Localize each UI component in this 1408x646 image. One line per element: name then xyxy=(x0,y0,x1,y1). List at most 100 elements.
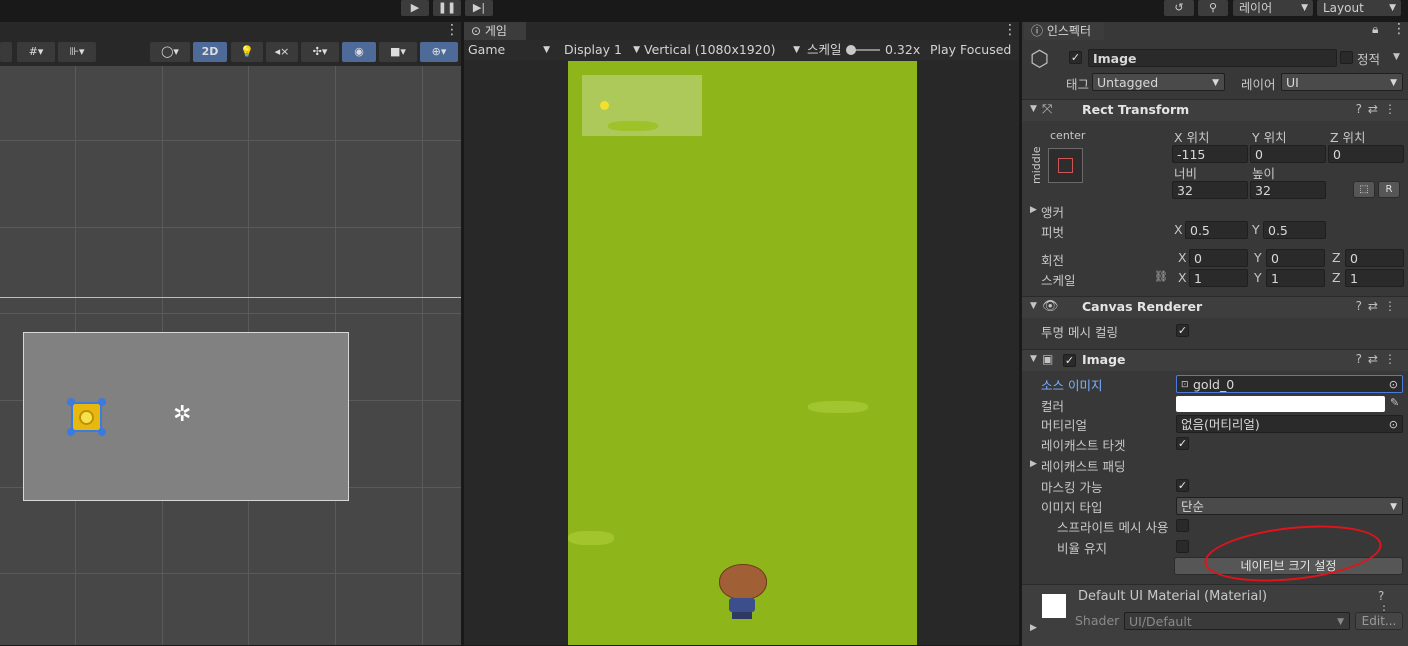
more-options-icon[interactable]: ⋮ xyxy=(1003,22,1017,38)
pos-z-input[interactable]: 0 xyxy=(1328,145,1404,163)
component-menu-icons[interactable]: ?⇄⋮ xyxy=(1356,352,1402,366)
image-component-header[interactable]: ▼ ▣ ✓ Image ?⇄⋮ xyxy=(1022,349,1408,371)
eyedropper-icon[interactable]: ✎ xyxy=(1390,396,1399,409)
scale-y-input[interactable]: 1 xyxy=(1266,269,1325,287)
expand-arrow-icon[interactable]: ▶ xyxy=(1030,459,1037,469)
pause-button[interactable]: ❚❚ xyxy=(433,0,461,16)
edit-shader-button[interactable]: Edit... xyxy=(1355,612,1403,630)
more-options-icon[interactable]: ⋮ xyxy=(445,22,459,38)
tool-handle-button[interactable] xyxy=(0,42,12,62)
pos-y-input[interactable]: 0 xyxy=(1250,145,1326,163)
increment-snap-button[interactable]: ⊪▾ xyxy=(58,42,96,62)
scale-z-input[interactable]: 1 xyxy=(1345,269,1404,287)
game-view-label: Game xyxy=(468,42,506,57)
cull-transparent-checkbox[interactable]: ✓ xyxy=(1176,324,1189,337)
rect-transform-header[interactable]: ▼ ⤧ Rect Transform ?⇄⋮ xyxy=(1022,99,1408,121)
rot-z-input[interactable]: 0 xyxy=(1345,249,1404,267)
more-options-icon[interactable]: ⋮ xyxy=(1392,21,1406,37)
object-picker-icon[interactable]: ⊙ xyxy=(1389,416,1398,432)
image-type-dropdown[interactable]: 단순 ▼ xyxy=(1176,497,1403,515)
scene-toolbar: #▾ ⊪▾ ◯▾ 2D 💡 ◂× ✣▾ ◉ ■▾ ⊕▾ ⋮ xyxy=(0,22,461,66)
visibility-toggle-button[interactable]: ◉ xyxy=(342,42,376,62)
tag-dropdown[interactable]: Untagged ▼ xyxy=(1092,73,1225,91)
component-menu-icons[interactable]: ?⇄⋮ xyxy=(1356,102,1402,116)
audio-toggle-button[interactable]: ◂× xyxy=(266,42,298,62)
scale-x-input[interactable]: 1 xyxy=(1189,269,1248,287)
history-button[interactable]: ↺ xyxy=(1164,0,1194,16)
play-focused-dropdown[interactable]: Play Focused xyxy=(930,40,1011,60)
source-image-field[interactable]: ⊡ gold_0 ⊙ xyxy=(1176,375,1403,393)
anchor-h-label: center xyxy=(1050,129,1086,142)
canvas-renderer-title: Canvas Renderer xyxy=(1082,299,1203,314)
maskable-checkbox[interactable]: ✓ xyxy=(1176,479,1189,492)
rot-x-input[interactable]: 0 xyxy=(1189,249,1248,267)
use-sprite-mesh-checkbox[interactable] xyxy=(1176,519,1189,532)
image-enabled-checkbox[interactable]: ✓ xyxy=(1063,354,1076,367)
anchors-label[interactable]: 앵커 xyxy=(1041,202,1064,221)
pivot-x-input[interactable]: 0.5 xyxy=(1185,221,1248,239)
width-input[interactable]: 32 xyxy=(1172,181,1248,199)
canvas-renderer-header[interactable]: ▼ 👁︎ Canvas Renderer ?⇄⋮ xyxy=(1022,296,1408,318)
gizmos-button[interactable]: ⊕▾ xyxy=(420,42,458,62)
gold-image-selection[interactable] xyxy=(71,402,102,432)
pivot-y-input[interactable]: 0.5 xyxy=(1263,221,1326,239)
scale-slider-thumb[interactable] xyxy=(846,45,856,55)
lighting-toggle-button[interactable]: 💡 xyxy=(231,42,263,62)
blueprint-mode-button[interactable]: ⬚ xyxy=(1353,181,1375,198)
color-swatch[interactable] xyxy=(1176,396,1385,412)
static-checkbox[interactable] xyxy=(1340,51,1353,64)
expand-arrow-icon[interactable]: ▶ xyxy=(1030,205,1037,215)
gameobject-cube-icon[interactable]: ⬡ xyxy=(1030,47,1056,73)
scale-slider[interactable] xyxy=(846,45,880,55)
2d-toggle-button[interactable]: 2D xyxy=(193,42,227,62)
2d-label: 2D xyxy=(201,45,219,58)
chevron-down-icon: ▼ xyxy=(1212,78,1219,88)
grid-line xyxy=(0,313,461,314)
resize-handle[interactable] xyxy=(98,398,106,406)
grid-snap-button[interactable]: #▾ xyxy=(17,42,55,62)
component-menu-icons[interactable]: ?⇄⋮ xyxy=(1356,299,1402,313)
resolution-dropdown[interactable]: Vertical (1080x1920) ▼ xyxy=(644,40,800,60)
scale-z-letter: Z xyxy=(1332,270,1341,285)
game-viewport[interactable] xyxy=(568,61,917,645)
lock-icon[interactable]: 🔒︎ xyxy=(1372,22,1378,37)
rot-x-letter: X xyxy=(1178,250,1187,265)
material-field[interactable]: 없음(머티리얼) ⊙ xyxy=(1176,415,1403,433)
resize-handle[interactable] xyxy=(67,428,75,436)
resize-handle[interactable] xyxy=(98,428,106,436)
active-checkbox[interactable]: ✓ xyxy=(1069,51,1082,64)
link-icon[interactable]: ⛓ xyxy=(1154,270,1168,283)
search-button[interactable]: ⚲ xyxy=(1198,0,1228,16)
anchor-gizmo-icon[interactable]: ✲ xyxy=(173,404,191,426)
layers-dropdown[interactable]: 레이어 ▼ xyxy=(1233,0,1313,16)
preserve-aspect-checkbox[interactable] xyxy=(1176,540,1189,553)
layout-dropdown[interactable]: Layout ▼ xyxy=(1317,0,1401,16)
play-button[interactable]: ▶ xyxy=(401,0,429,16)
display-dropdown[interactable]: Display 1 ▼ xyxy=(564,40,640,60)
object-name-input[interactable]: Image xyxy=(1088,49,1337,67)
raycast-target-label: 레이캐스트 타겟 xyxy=(1041,438,1126,453)
character-hair xyxy=(719,564,767,600)
tab-game[interactable]: ⊙ 게임 xyxy=(464,22,526,40)
raycast-padding-label[interactable]: 레이캐스트 패딩 xyxy=(1041,456,1125,475)
effects-button[interactable]: ✣▾ xyxy=(301,42,339,62)
shader-dropdown[interactable]: UI/Default ▼ xyxy=(1124,612,1350,630)
raycast-target-checkbox[interactable]: ✓ xyxy=(1176,437,1189,450)
camera-button[interactable]: ■▾ xyxy=(379,42,417,62)
anchor-presets-button[interactable] xyxy=(1048,148,1083,183)
rot-y-input[interactable]: 0 xyxy=(1266,249,1325,267)
grid-line xyxy=(0,227,461,228)
pos-x-input[interactable]: -115 xyxy=(1172,145,1248,163)
rect-transform-icon: ⤧ xyxy=(1042,102,1053,117)
layer-dropdown[interactable]: UI ▼ xyxy=(1281,73,1403,91)
expand-arrow-icon[interactable]: ▶ xyxy=(1030,623,1037,633)
chevron-down-icon[interactable]: ▼ xyxy=(1393,52,1400,62)
game-view-dropdown[interactable]: Game ▼ xyxy=(468,40,554,60)
object-picker-icon[interactable]: ⊙ xyxy=(1389,376,1398,392)
raw-edit-button[interactable]: R xyxy=(1378,181,1400,198)
draw-mode-button[interactable]: ◯▾ xyxy=(150,42,190,62)
step-button[interactable]: ▶| xyxy=(465,0,493,16)
resize-handle[interactable] xyxy=(67,398,75,406)
tab-inspector[interactable]: ⓘ 인스펙터 xyxy=(1024,22,1104,40)
height-input[interactable]: 32 xyxy=(1250,181,1326,199)
